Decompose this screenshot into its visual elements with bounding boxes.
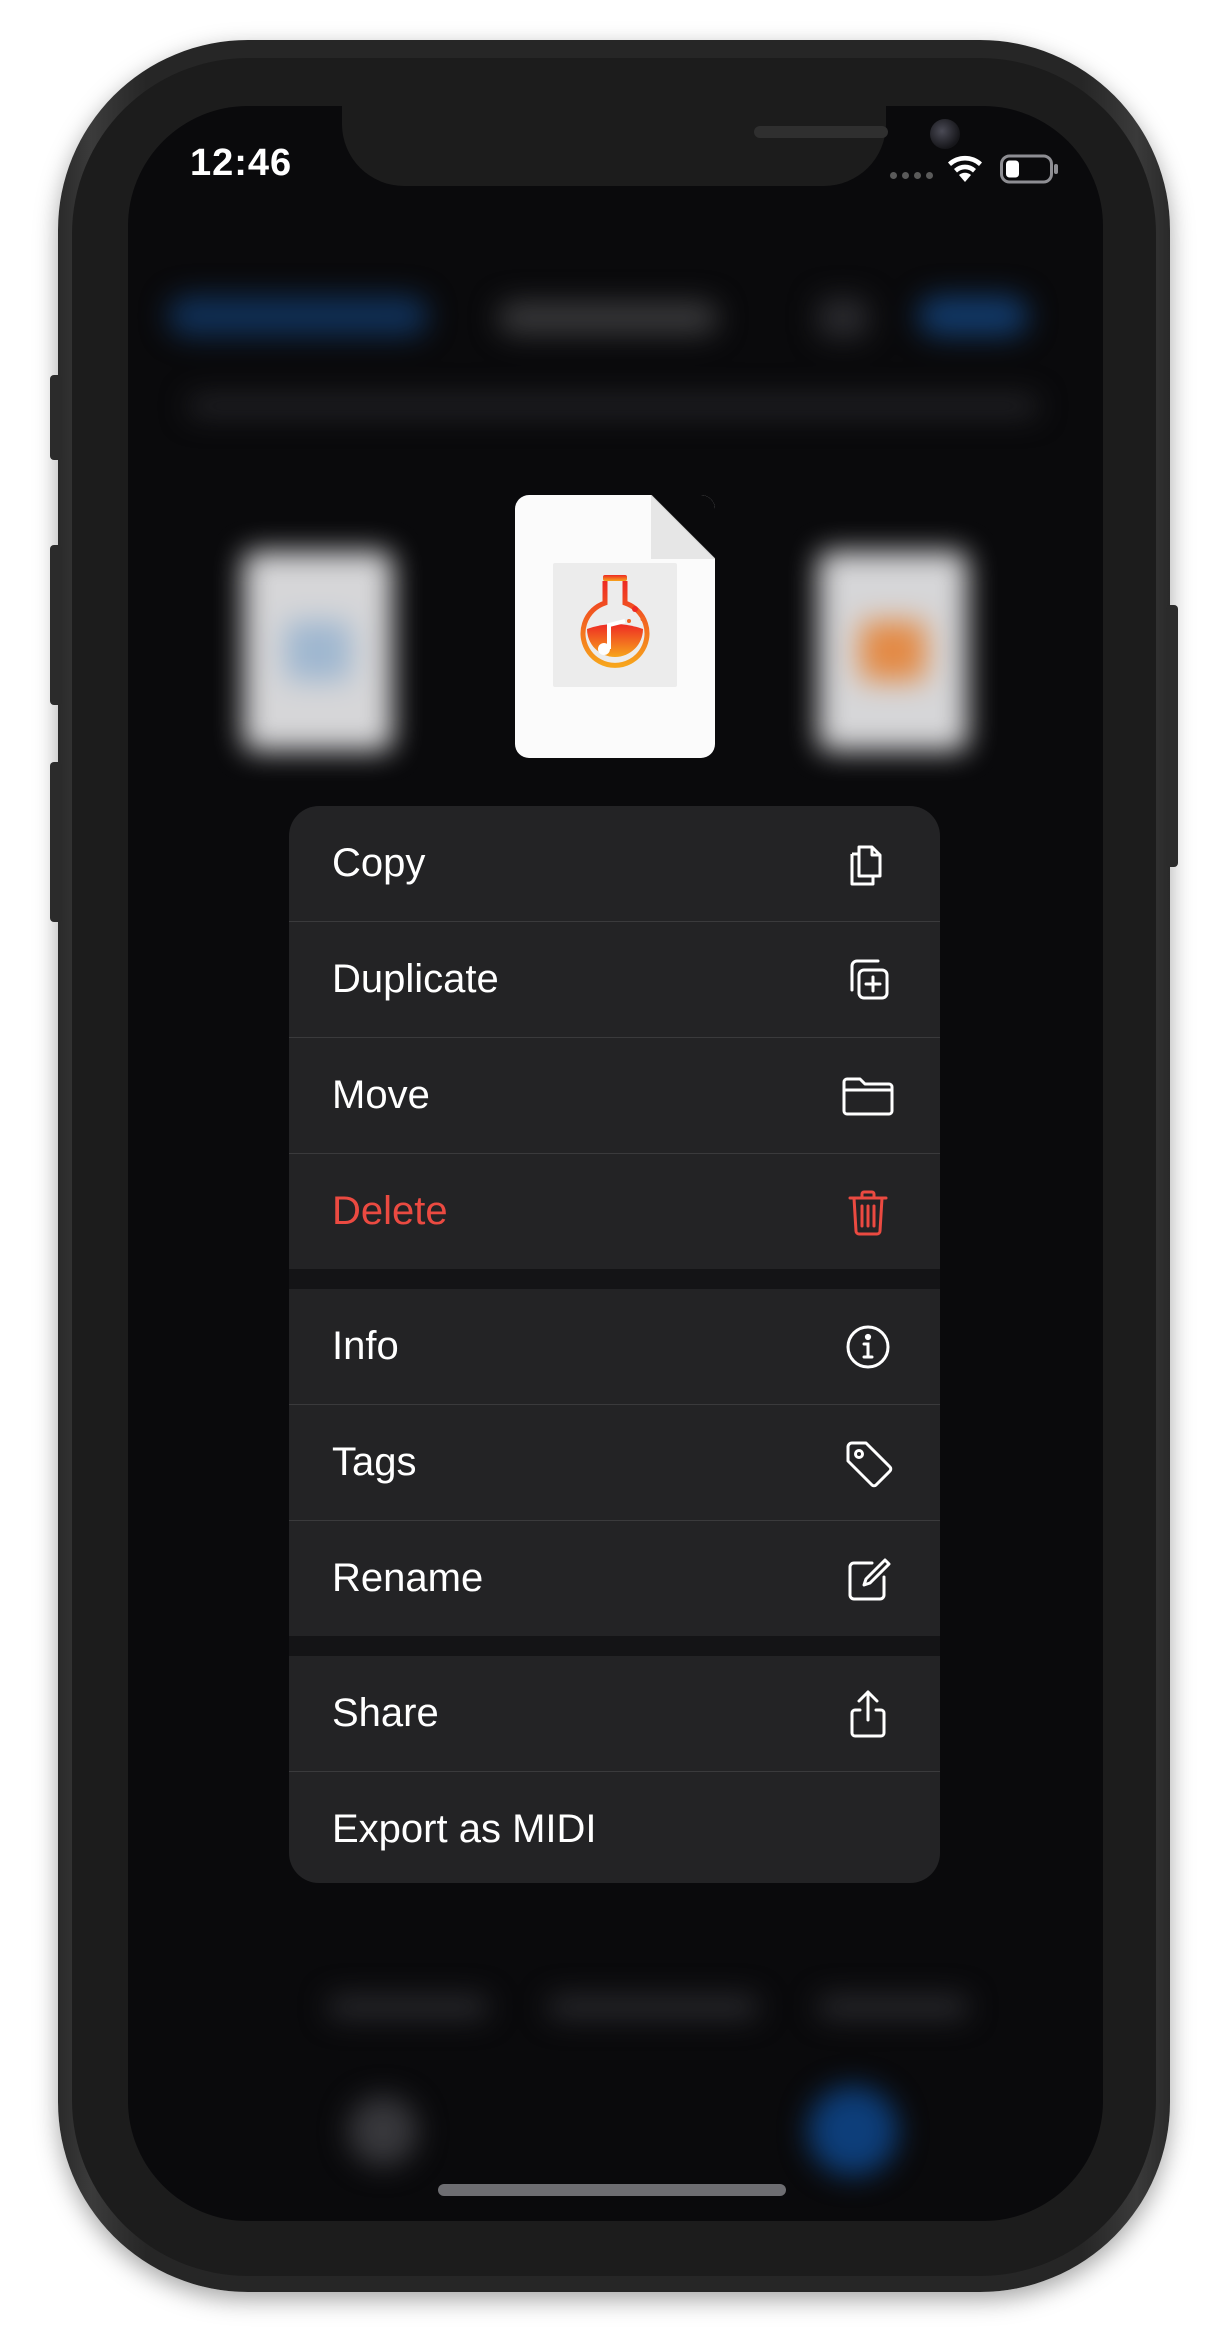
blurred-nav-select xyxy=(918,296,1028,336)
menu-item-move[interactable]: Move xyxy=(289,1038,940,1153)
context-menu: Copy Duplicate Move Delete Info Tags Ren… xyxy=(289,806,940,1883)
notch xyxy=(342,106,960,186)
menu-item-tags[interactable]: Tags xyxy=(289,1405,940,1520)
menu-item-delete[interactable]: Delete xyxy=(289,1154,940,1269)
menu-item-label: Delete xyxy=(332,1189,448,1233)
menu-item-label: Tags xyxy=(332,1440,417,1484)
menu-item-label: Move xyxy=(332,1073,430,1117)
power-button xyxy=(1166,605,1178,867)
menu-item-duplicate[interactable]: Duplicate xyxy=(289,922,940,1037)
blurred-file-right xyxy=(818,551,968,751)
blurred-caption xyxy=(818,1996,968,2018)
blurred-tab-browse xyxy=(808,2086,898,2176)
menu-item-rename[interactable]: Rename xyxy=(289,1521,940,1636)
menu-group-separator xyxy=(289,1636,940,1656)
menu-item-copy[interactable]: Copy xyxy=(289,806,940,921)
blurred-caption xyxy=(328,1996,488,2018)
music-flask-icon xyxy=(553,563,677,687)
blurred-file-left xyxy=(243,551,393,751)
trash-icon xyxy=(840,1184,896,1240)
menu-item-label: Info xyxy=(332,1324,399,1368)
tag-icon xyxy=(840,1435,896,1491)
wifi-icon xyxy=(948,155,982,182)
blurred-nav-title xyxy=(498,302,718,334)
menu-item-export-midi[interactable]: Export as MIDI xyxy=(289,1772,940,1883)
home-indicator[interactable] xyxy=(438,2184,786,2196)
rename-icon xyxy=(840,1551,896,1607)
cellular-signal-icon xyxy=(890,172,933,179)
page-fold xyxy=(651,495,715,559)
menu-group-separator xyxy=(289,1269,940,1289)
battery-icon xyxy=(1000,154,1058,184)
volume-down-button xyxy=(50,762,62,922)
front-camera xyxy=(930,119,960,149)
menu-item-info[interactable]: Info xyxy=(289,1289,940,1404)
menu-item-label: Copy xyxy=(332,841,426,885)
copy-icon xyxy=(840,836,896,892)
folder-icon xyxy=(840,1068,896,1124)
menu-item-label: Duplicate xyxy=(332,957,499,1001)
silent-switch xyxy=(50,375,62,460)
menu-item-label: Rename xyxy=(332,1556,484,1600)
status-time: 12:46 xyxy=(190,142,293,184)
share-icon xyxy=(840,1686,896,1742)
blurred-nav-back xyxy=(168,296,428,336)
menu-item-label: Export as MIDI xyxy=(332,1807,597,1851)
blurred-search xyxy=(188,396,1038,416)
blurred-tab-recents xyxy=(348,2096,418,2166)
volume-up-button xyxy=(50,545,62,705)
blurred-nav-action xyxy=(818,298,868,338)
speaker-grille xyxy=(754,126,888,138)
file-preview[interactable] xyxy=(515,495,715,758)
info-icon xyxy=(840,1319,896,1375)
menu-item-label: Share xyxy=(332,1691,439,1735)
duplicate-icon xyxy=(840,952,896,1008)
menu-item-share[interactable]: Share xyxy=(289,1656,940,1771)
blurred-caption xyxy=(548,1996,758,2018)
screen: 12:46 Copy Duplicate Move Delete Info Ta… xyxy=(128,106,1103,2221)
